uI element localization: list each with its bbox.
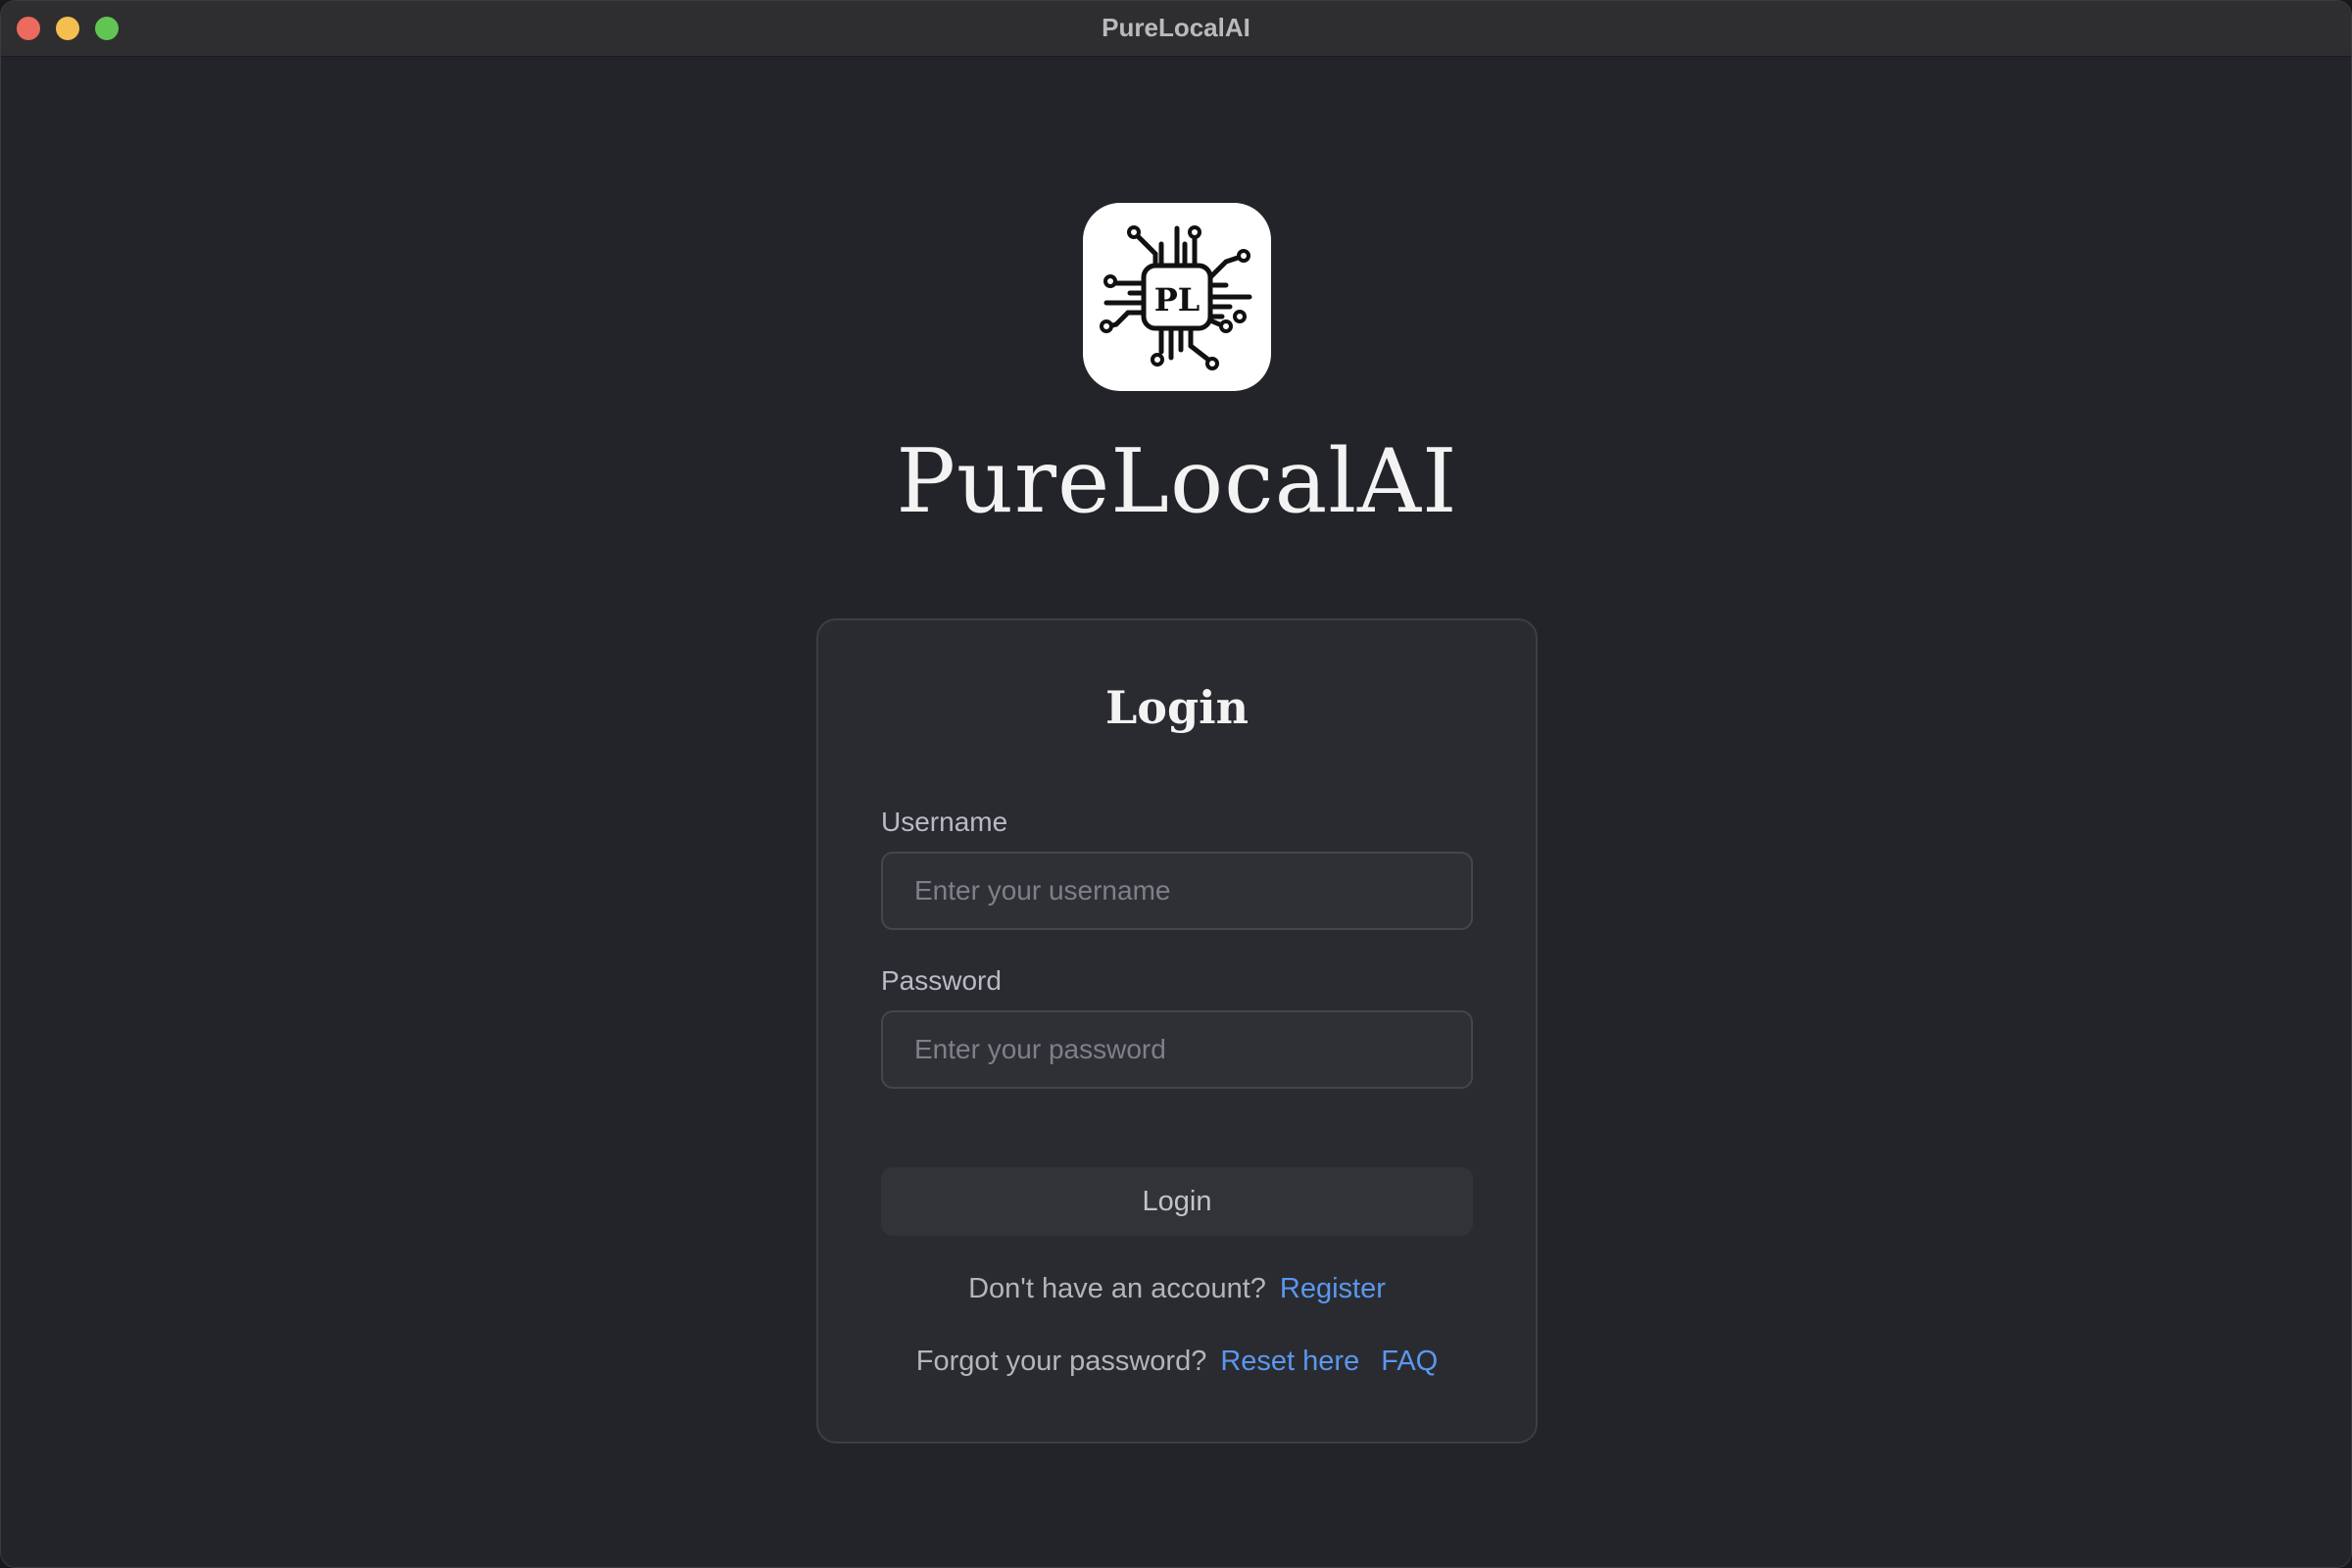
faq-link[interactable]: FAQ: [1381, 1346, 1438, 1377]
username-input[interactable]: [881, 852, 1473, 930]
password-input[interactable]: [881, 1010, 1473, 1089]
register-row: Don't have an account? Register: [818, 1273, 1536, 1305]
login-button[interactable]: Login: [881, 1167, 1473, 1236]
forgot-password-prompt: Forgot your password?: [915, 1346, 1207, 1377]
app-logo: PL: [1083, 203, 1271, 391]
login-card: Login Username Password Login Don't have…: [816, 618, 1538, 1444]
register-link[interactable]: Register: [1280, 1273, 1386, 1304]
password-label: Password: [881, 965, 1002, 996]
app-window: PureLocalAI PL PureLocalAI Login Usernam…: [0, 0, 2352, 1568]
chip-pl-logo-icon: PL: [1100, 225, 1252, 370]
register-prompt: Don't have an account?: [968, 1273, 1266, 1304]
app-name-heading: PureLocalAI: [896, 430, 1458, 533]
forgot-password-row: Forgot your password? Reset here FAQ: [818, 1346, 1536, 1378]
reset-password-link[interactable]: Reset here: [1220, 1346, 1359, 1377]
logo-monogram: PL: [1154, 281, 1200, 318]
username-label: Username: [881, 807, 1008, 837]
title-bar: PureLocalAI: [1, 1, 2351, 57]
window-title: PureLocalAI: [1102, 13, 1250, 42]
login-title: Login: [1104, 681, 1250, 734]
